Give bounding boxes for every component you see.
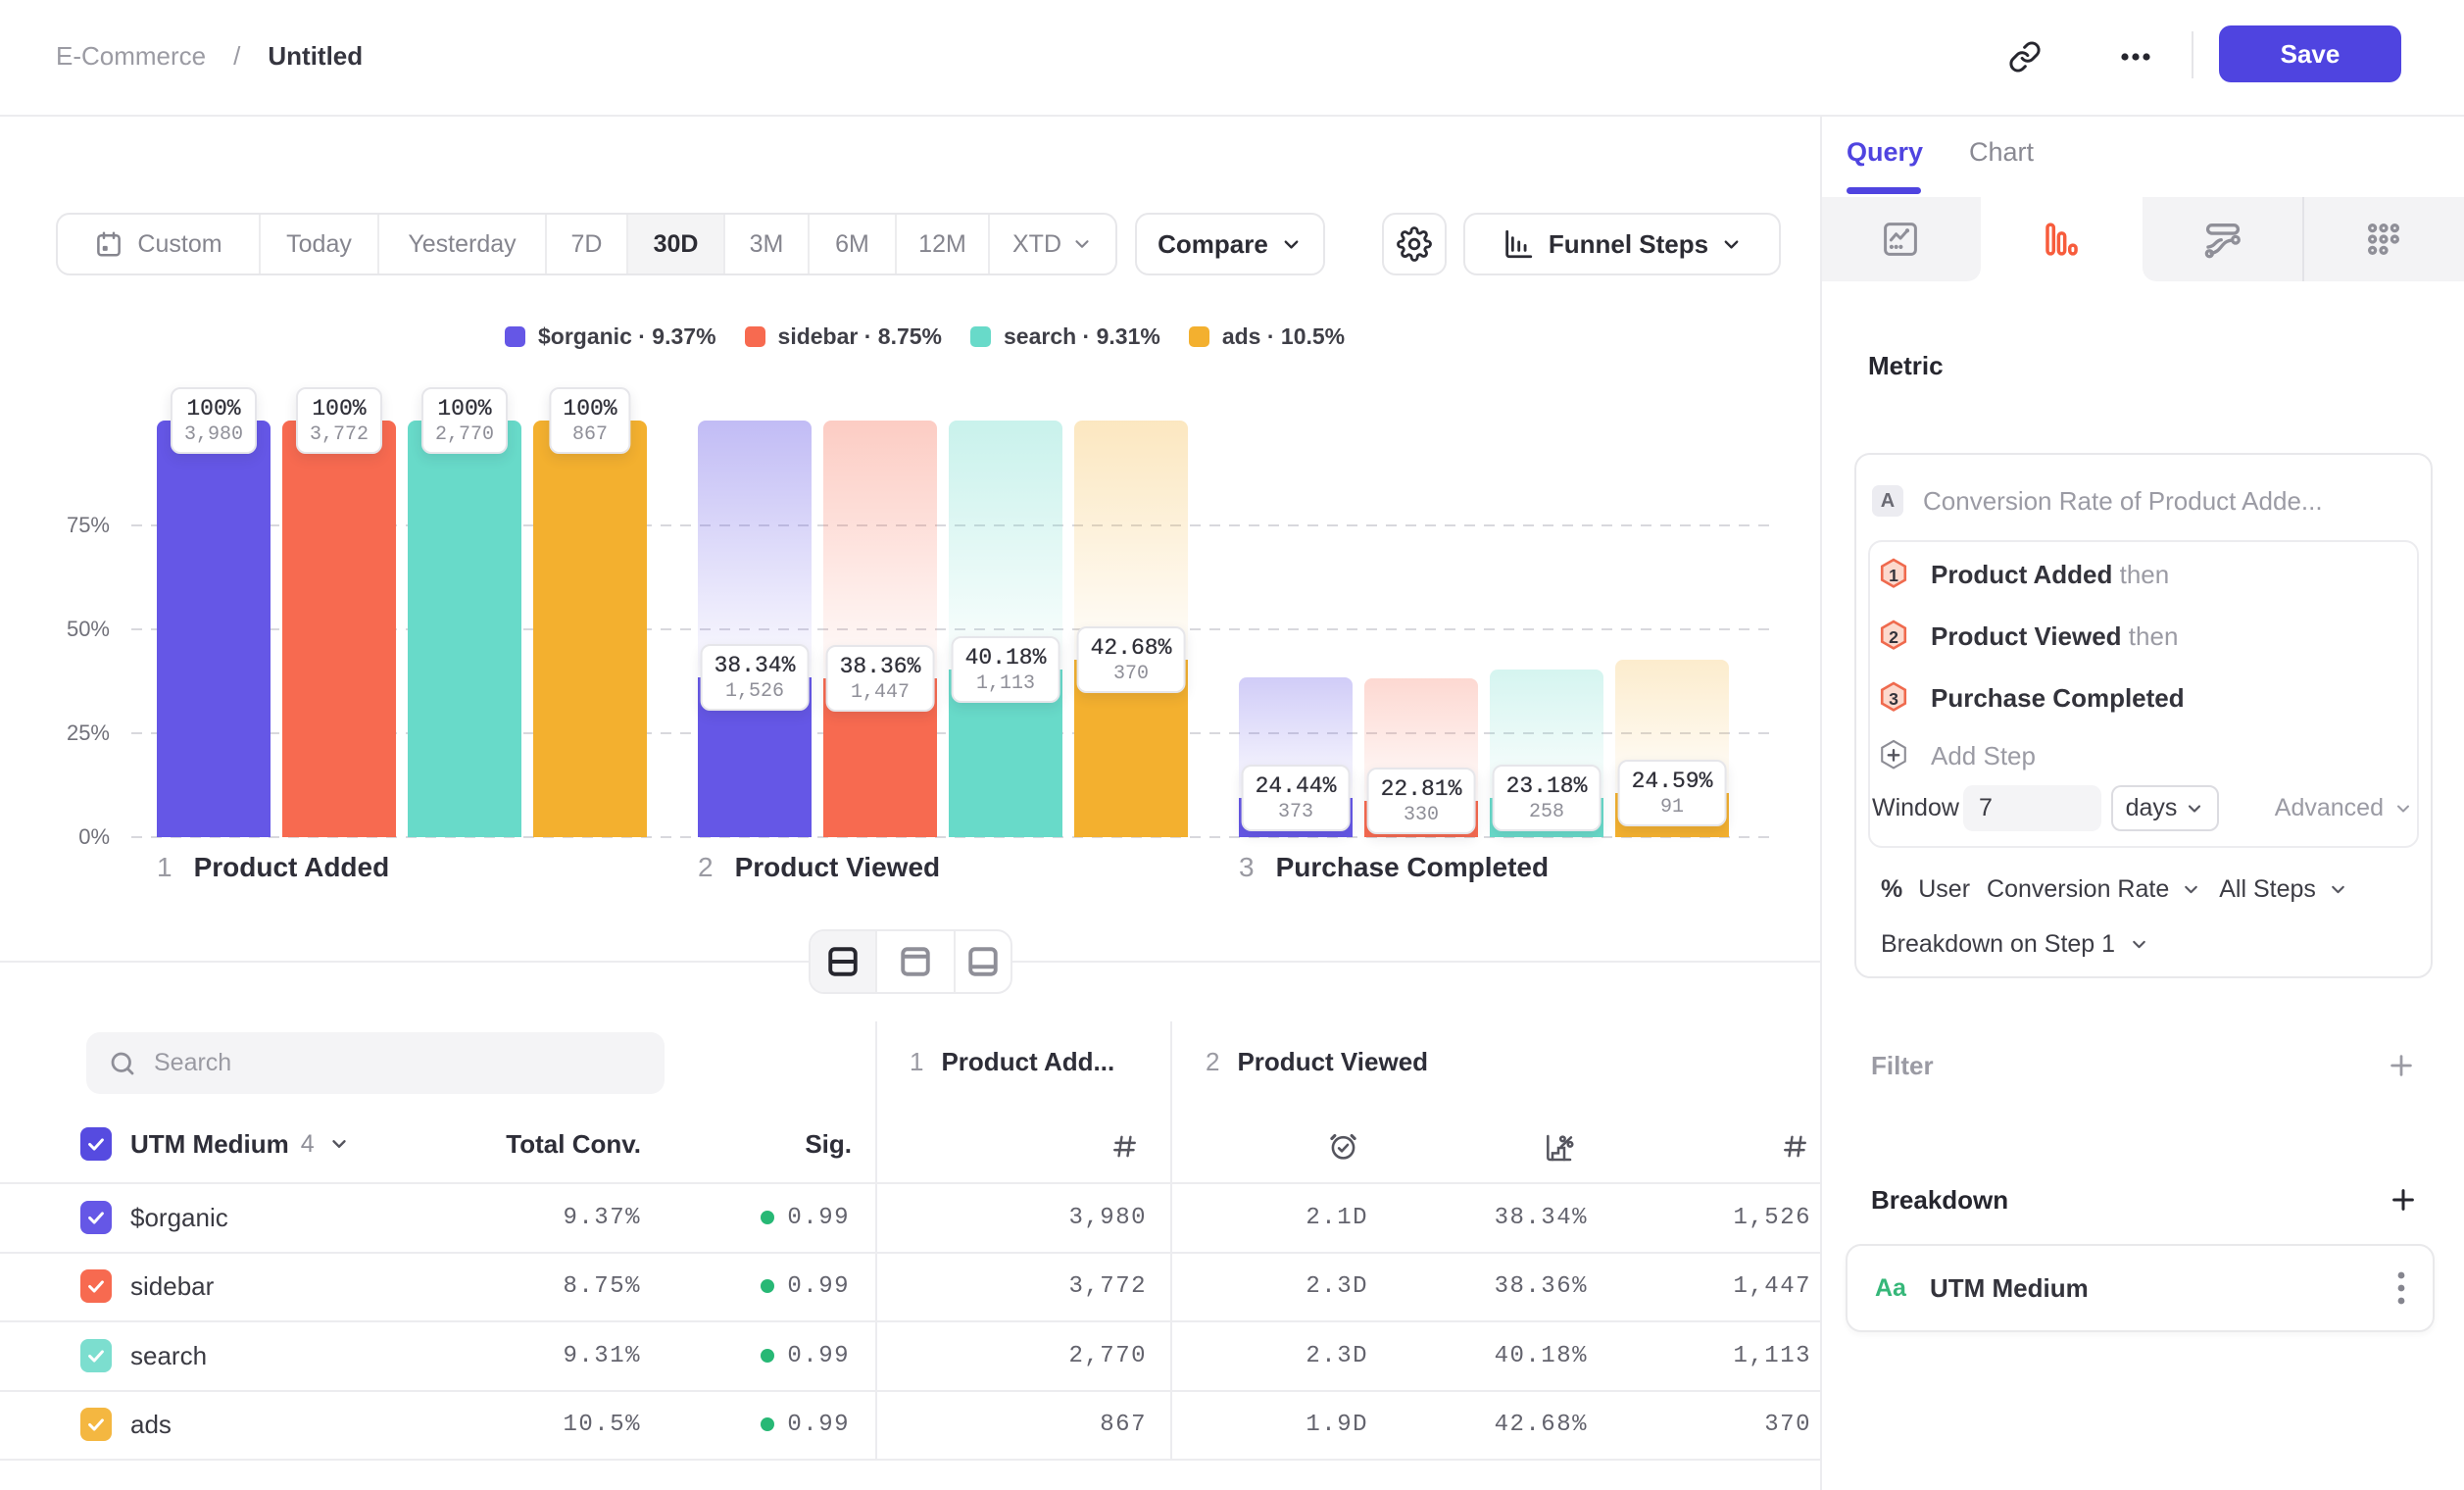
svg-text:2: 2 bbox=[1889, 627, 1898, 647]
svg-text:3: 3 bbox=[1889, 689, 1898, 709]
svg-text:1: 1 bbox=[1889, 566, 1898, 585]
